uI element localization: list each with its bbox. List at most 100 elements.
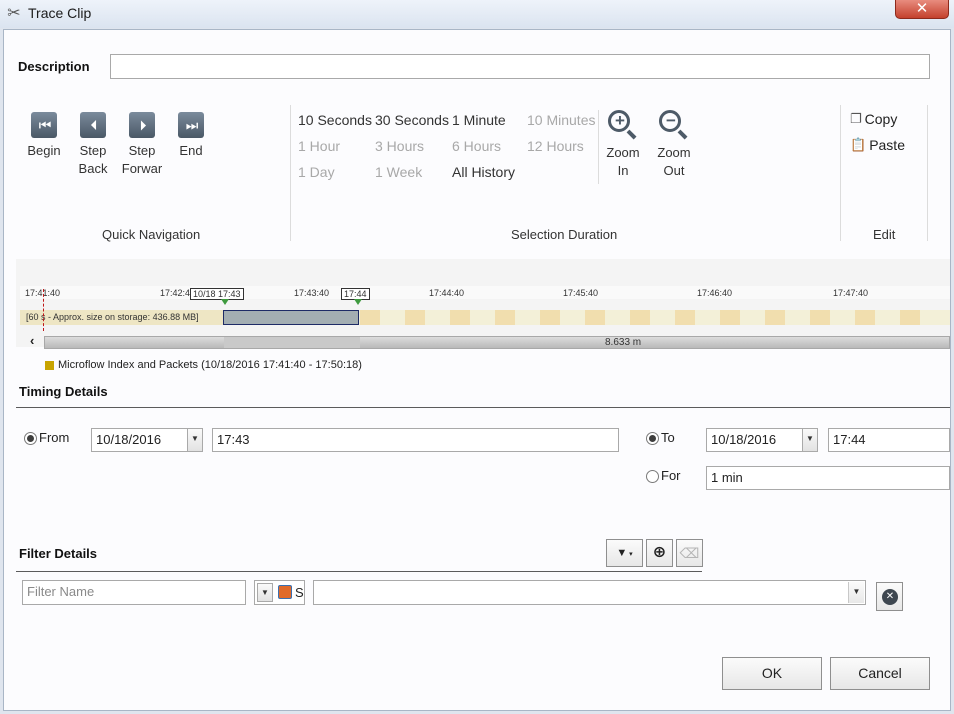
filter-scope-text: S	[295, 585, 304, 600]
title-bar: ✂ Trace Clip ✕	[0, 0, 954, 28]
funnel-icon: ▼	[616, 547, 628, 559]
to-time-input[interactable]: 17:44	[828, 428, 950, 452]
step-forward-button[interactable]: ⏵ Step Forwar	[117, 112, 167, 178]
description-input[interactable]	[110, 54, 930, 79]
duration-all-history[interactable]: All History	[452, 164, 515, 180]
timeline-block	[630, 310, 650, 325]
legend-text: Microflow Index and Packets (10/18/2016 …	[58, 359, 362, 371]
zoom-in-icon: +	[606, 108, 640, 142]
timeline-block	[585, 310, 605, 325]
for-duration-input[interactable]: 1 min	[706, 466, 950, 490]
remove-filter-button[interactable]: ⌫	[676, 539, 703, 567]
copy-button[interactable]: ❐ Copy	[850, 111, 897, 127]
to-date-input[interactable]: 10/18/2016	[706, 428, 804, 452]
clear-filter-button[interactable]: ✕	[876, 582, 903, 611]
timeline-block	[720, 310, 740, 325]
tick-label: 17:47:40	[833, 288, 869, 298]
to-label: To	[661, 430, 675, 445]
end-label: End	[179, 143, 203, 158]
step-back-button[interactable]: ⏴ Step Back	[68, 112, 118, 178]
zoom-in-button[interactable]: + Zoom In	[598, 108, 648, 180]
duration-1-hour[interactable]: 1 Hour	[298, 138, 340, 154]
tick-label: 17:46:40	[697, 288, 733, 298]
timeline-data-row: [60 s - Approx. size on storage: 436.88 …	[20, 310, 950, 325]
begin-button[interactable]: ⏮ Begin	[19, 112, 69, 160]
filter-value-input[interactable]	[313, 580, 866, 605]
timeline-block	[810, 310, 830, 325]
selection-start-marker[interactable]	[221, 299, 229, 305]
duration-1-minute[interactable]: 1 Minute	[452, 112, 506, 128]
timeline-scroll-left[interactable]: ‹	[30, 334, 34, 347]
timeline-scroll-selection	[224, 337, 360, 348]
from-radio[interactable]	[24, 432, 37, 445]
add-filter-button[interactable]: ⊕	[646, 539, 673, 567]
from-date-dropdown[interactable]: ▼	[187, 428, 203, 452]
duration-12-hours[interactable]: 12 Hours	[527, 138, 584, 154]
timing-details-divider	[16, 407, 950, 408]
to-date-dropdown[interactable]: ▼	[802, 428, 818, 452]
filter-scope-dropdown[interactable]: ▼	[257, 583, 273, 602]
tick-label: 17:43:40	[294, 288, 330, 298]
tick-label: 17:42:4	[160, 288, 191, 298]
selection-start-tick: 10/18 17:43	[190, 288, 244, 300]
timeline-span-text: 8.633 m	[605, 337, 642, 348]
zoom-out-icon: −	[657, 108, 691, 142]
timeline-block	[405, 310, 425, 325]
timeline-block	[900, 310, 920, 325]
timing-details-heading: Timing Details	[19, 384, 108, 399]
timeline-block	[495, 310, 515, 325]
filter-menu-button[interactable]: ▼ ▾	[606, 539, 643, 567]
duration-10-minutes[interactable]: 10 Minutes	[527, 112, 595, 128]
to-radio[interactable]	[646, 432, 659, 445]
timeline[interactable]: 17:41:40 17:42:4 10/18 17:43 17:43:40 17…	[16, 259, 950, 371]
filter-details-heading: Filter Details	[19, 546, 98, 561]
paste-button[interactable]: 📋 Paste	[850, 137, 905, 153]
timeline-scrollbar[interactable]: 8.633 m	[44, 336, 950, 349]
zoom-out-button[interactable]: − Zoom Out	[649, 108, 699, 180]
filter-scope-icon	[278, 585, 292, 599]
from-time-input[interactable]: 17:43	[212, 428, 619, 452]
copy-icon: ❐	[850, 111, 862, 126]
skip-to-start-icon: ⏮	[31, 112, 57, 138]
timeline-row-label: [60 s - Approx. size on storage: 436.88 …	[26, 312, 199, 322]
for-label: For	[661, 468, 681, 483]
timeline-block	[765, 310, 785, 325]
selection-end-marker[interactable]	[354, 299, 362, 305]
eraser-icon: ⌫	[679, 545, 700, 561]
step-back-label-line2: Back	[78, 161, 108, 176]
ok-button[interactable]: OK	[722, 657, 822, 690]
zoom-out-label-line2: Out	[663, 163, 685, 178]
timeline-selection[interactable]	[223, 310, 359, 325]
close-button[interactable]: ✕	[895, 0, 949, 19]
duration-3-hours[interactable]: 3 Hours	[375, 138, 424, 154]
filter-scope-combo[interactable]: ▼ S	[254, 580, 305, 605]
end-button[interactable]: ⏭ End	[166, 112, 216, 160]
from-date-input[interactable]: 10/18/2016	[91, 428, 189, 452]
selection-duration-group-label: Selection Duration	[511, 227, 618, 242]
step-back-label-line1: Step	[79, 143, 107, 158]
cancel-button[interactable]: Cancel	[830, 657, 930, 690]
for-radio[interactable]	[646, 470, 659, 483]
timeline-start-line	[43, 289, 44, 331]
timeline-block	[360, 310, 380, 325]
filter-value-dropdown[interactable]: ▼	[848, 582, 864, 603]
filter-name-input[interactable]: Filter Name	[22, 580, 246, 605]
window-title: Trace Clip	[28, 5, 92, 21]
duration-6-hours[interactable]: 6 Hours	[452, 138, 501, 154]
close-circle-icon: ✕	[882, 589, 898, 605]
ribbon-separator	[290, 105, 291, 241]
zoom-in-label-line1: Zoom	[606, 145, 640, 160]
duration-1-week[interactable]: 1 Week	[375, 164, 422, 180]
duration-10-seconds[interactable]: 10 Seconds	[298, 112, 372, 128]
step-forward-label-line1: Step	[128, 143, 156, 158]
duration-1-day[interactable]: 1 Day	[298, 164, 335, 180]
description-label: Description	[18, 59, 90, 74]
duration-30-seconds[interactable]: 30 Seconds	[375, 112, 449, 128]
timeline-block	[540, 310, 560, 325]
tick-label: 17:44:40	[429, 288, 465, 298]
filter-details-divider	[16, 571, 702, 572]
timeline-block	[675, 310, 695, 325]
edit-group-label: Edit	[873, 227, 896, 242]
skip-to-end-icon: ⏭	[178, 112, 204, 138]
ribbon-separator	[927, 105, 928, 241]
